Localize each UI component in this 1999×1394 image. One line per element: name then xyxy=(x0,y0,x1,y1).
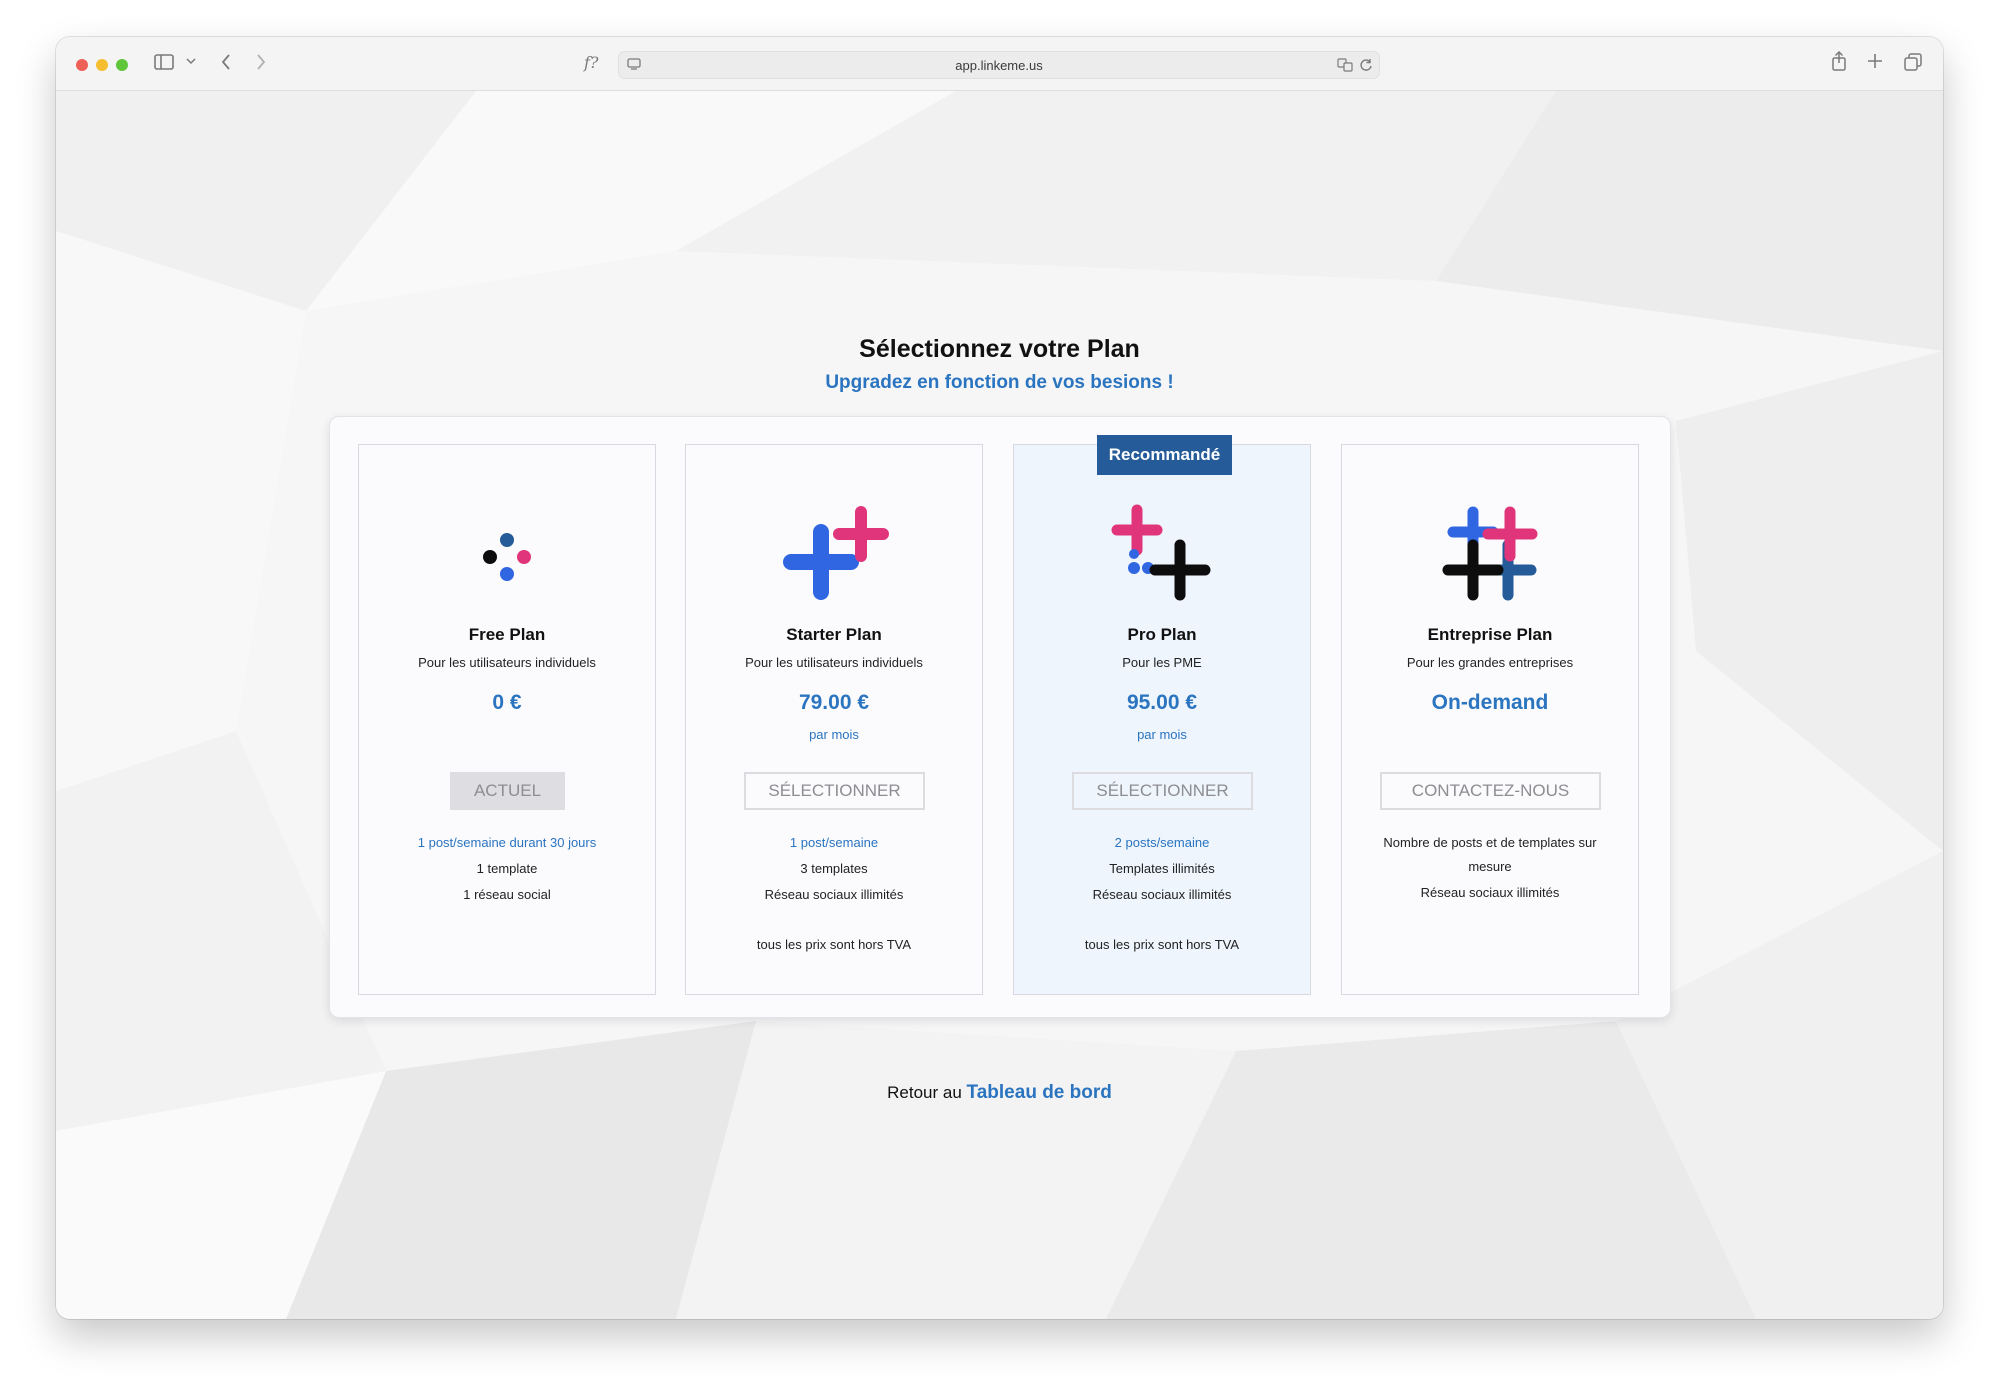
select-starter-button[interactable]: SÉLECTIONNER xyxy=(744,772,925,810)
browser-window: f? app.linkeme.us Sélectionnez votre Pla… xyxy=(56,37,1943,1319)
address-bar[interactable]: app.linkeme.us xyxy=(618,51,1380,79)
url-text: app.linkeme.us xyxy=(955,58,1043,73)
plan-period: par mois xyxy=(809,727,859,742)
plan-feature: 2 posts/semaine xyxy=(1114,835,1210,850)
page-title: Sélectionnez votre Plan xyxy=(859,335,1140,363)
vat-note: tous les prix sont hors TVA xyxy=(1084,937,1240,952)
plan-description: Pour les PME xyxy=(1122,655,1202,670)
tab-overview-icon[interactable] xyxy=(1904,53,1922,71)
footer-back-link-row: Retour au Tableau de bord xyxy=(56,1082,1943,1104)
plan-description: Pour les utilisateurs individuels xyxy=(745,655,923,670)
plan-period: par mois xyxy=(1137,727,1187,742)
plan-name: Starter Plan xyxy=(786,625,882,644)
plan-feature: 1 template xyxy=(476,861,538,876)
reader-icon[interactable]: f? xyxy=(584,54,599,72)
plan-feature: mesure xyxy=(1468,859,1512,874)
sidebar-toggle-icon[interactable] xyxy=(154,54,174,70)
plan-card-free: Free Plan Pour les utilisateurs individu… xyxy=(358,444,656,995)
plan-feature: 1 réseau social xyxy=(463,887,551,902)
chevron-down-icon[interactable] xyxy=(186,57,196,65)
pro-plan-logo-icon xyxy=(1014,500,1310,610)
plan-feature: Réseau sociaux illimités xyxy=(1420,885,1560,900)
new-tab-icon[interactable] xyxy=(1867,53,1883,69)
close-window-button[interactable] xyxy=(76,59,88,71)
plan-feature: 3 templates xyxy=(800,861,868,876)
plan-price: 0 € xyxy=(492,691,522,714)
browser-toolbar: f? app.linkeme.us xyxy=(56,37,1943,91)
free-plan-logo-icon xyxy=(359,500,655,610)
plan-card-starter: Starter Plan Pour les utilisateurs indiv… xyxy=(685,444,983,995)
plan-price: On-demand xyxy=(1431,691,1549,714)
plan-description: Pour les utilisateurs individuels xyxy=(418,655,596,670)
minimize-window-button[interactable] xyxy=(96,59,108,71)
dashboard-link[interactable]: Tableau de bord xyxy=(967,1082,1112,1103)
plan-feature: Réseau sociaux illimités xyxy=(1092,887,1232,902)
plans-panel: Free Plan Pour les utilisateurs individu… xyxy=(329,416,1671,1018)
starter-plan-logo-icon xyxy=(686,500,982,610)
forward-icon[interactable] xyxy=(255,53,267,71)
footer-prefix: Retour au xyxy=(887,1083,962,1102)
page-content: Sélectionnez votre Plan Upgradez en fonc… xyxy=(56,91,1943,1319)
vat-note: tous les prix sont hors TVA xyxy=(756,937,912,952)
plan-name: Entreprise Plan xyxy=(1427,625,1553,644)
back-icon[interactable] xyxy=(220,53,232,71)
plan-feature: 1 post/semaine durant 30 jours xyxy=(417,835,597,850)
share-icon[interactable] xyxy=(1831,51,1847,71)
select-pro-button[interactable]: SÉLECTIONNER xyxy=(1072,772,1253,810)
current-plan-button[interactable]: ACTUEL xyxy=(450,772,565,810)
plan-card-pro: Recommandé Pro Plan Pour les PME 95.00 € xyxy=(1013,435,1311,995)
plan-name: Free Plan xyxy=(468,625,546,644)
plan-price: 95.00 € xyxy=(1126,691,1198,714)
reload-icon[interactable] xyxy=(1359,58,1373,72)
entreprise-plan-logo-icon xyxy=(1342,500,1638,610)
translate-icon[interactable] xyxy=(1337,58,1353,72)
contact-us-button[interactable]: CONTACTEZ-NOUS xyxy=(1380,772,1601,810)
page-subtitle: Upgradez en fonction de vos besions ! xyxy=(825,372,1174,393)
plan-card-entreprise: Entreprise Plan Pour les grandes entrepr… xyxy=(1341,444,1639,995)
recommended-badge: Recommandé xyxy=(1097,435,1232,475)
plan-feature: Réseau sociaux illimités xyxy=(764,887,904,902)
plan-description: Pour les grandes entreprises xyxy=(1406,655,1574,670)
plan-feature: Nombre de posts et de templates sur xyxy=(1383,835,1597,850)
plan-feature: 1 post/semaine xyxy=(789,835,879,850)
plan-feature: Templates illimités xyxy=(1109,861,1215,876)
plan-name: Pro Plan xyxy=(1127,625,1197,644)
maximize-window-button[interactable] xyxy=(116,59,128,71)
plan-price: 79.00 € xyxy=(798,691,870,714)
